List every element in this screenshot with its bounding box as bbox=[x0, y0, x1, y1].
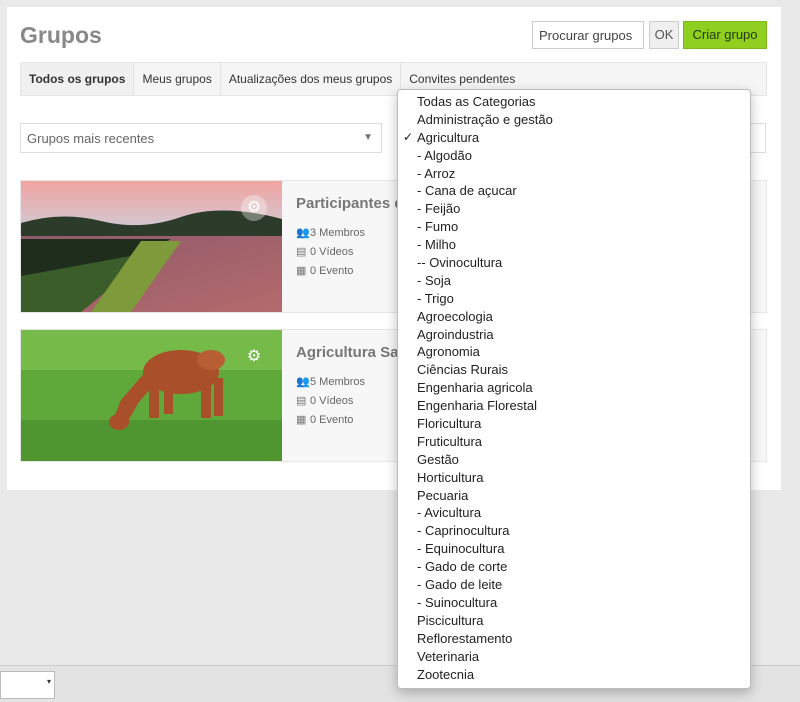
dropdown-option[interactable]: Agroindustria bbox=[398, 326, 750, 344]
dropdown-option[interactable]: - Cana de açucar bbox=[398, 182, 750, 200]
sort-select-value: Grupos mais recentes bbox=[27, 131, 155, 146]
calendar-icon: ▦ bbox=[296, 414, 307, 426]
dropdown-option[interactable]: Todas as Categorias bbox=[398, 93, 750, 111]
dropdown-option[interactable]: -- Ovinocultura bbox=[398, 254, 750, 272]
members-count: 👥3 Membros bbox=[296, 227, 366, 239]
create-group-button[interactable]: Criar grupo bbox=[683, 21, 767, 49]
dropdown-option[interactable]: - Equinocultura bbox=[398, 540, 750, 558]
film-icon: ▤ bbox=[296, 395, 307, 407]
events-count: ▦ 0 Evento bbox=[296, 414, 354, 426]
dropdown-option[interactable]: Ciências Rurais bbox=[398, 361, 750, 379]
members-count: 👥5 Membros bbox=[296, 376, 366, 388]
dropdown-option[interactable]: - Suinocultura bbox=[398, 594, 750, 612]
gear-icon[interactable]: ⚙ bbox=[241, 195, 267, 221]
users-icon: 👥 bbox=[296, 376, 310, 388]
calendar-icon: ▦ bbox=[296, 265, 307, 277]
category-dropdown: Todas as Categorias Administração e gestã… bbox=[397, 89, 751, 689]
videos-count: ▤ 0 Vídeos bbox=[296, 246, 354, 258]
film-icon: ▤ bbox=[296, 246, 307, 258]
dropdown-option[interactable]: Reflorestamento bbox=[398, 630, 750, 648]
caret-down-icon: ▼ bbox=[363, 132, 373, 143]
sort-select[interactable]: Grupos mais recentes ▼ bbox=[20, 123, 382, 153]
checkmark-icon: ✓ bbox=[403, 129, 414, 144]
group-title[interactable]: Agricultura Sar bbox=[296, 344, 404, 361]
dropdown-option[interactable]: - Arroz bbox=[398, 165, 750, 183]
dropdown-option[interactable]: ✓ Agricultura bbox=[398, 129, 750, 147]
dropdown-option[interactable]: Engenharia Florestal bbox=[398, 397, 750, 415]
dropdown-option[interactable]: Zootecnia bbox=[398, 666, 750, 684]
dropdown-option[interactable]: Veterinaria bbox=[398, 648, 750, 666]
tab-my-groups[interactable]: Meus grupos bbox=[134, 63, 221, 95]
dropdown-option[interactable]: Pecuaria bbox=[398, 487, 750, 505]
tab-all-groups[interactable]: Todos os grupos bbox=[21, 63, 135, 95]
dropdown-option[interactable]: - Gado de leite bbox=[398, 576, 750, 594]
dropdown-option[interactable]: Fruticultura bbox=[398, 433, 750, 451]
events-count: ▦ 0 Evento bbox=[296, 265, 354, 277]
dropdown-option[interactable]: - Trigo bbox=[398, 290, 750, 308]
chevron-updown-icon: ▾ bbox=[46, 677, 51, 686]
dropdown-option[interactable]: Agroecologia bbox=[398, 308, 750, 326]
dropdown-option[interactable]: - Soja bbox=[398, 272, 750, 290]
gear-icon[interactable]: ⚙ bbox=[241, 344, 267, 370]
dropdown-option[interactable]: Engenharia agricola bbox=[398, 379, 750, 397]
dropdown-option[interactable]: Piscicultura bbox=[398, 612, 750, 630]
dropdown-option[interactable]: Administração e gestão bbox=[398, 111, 750, 129]
dropdown-option[interactable]: - Caprinocultura bbox=[398, 522, 750, 540]
dropdown-option[interactable]: - Milho bbox=[398, 236, 750, 254]
dropdown-option[interactable]: - Feijão bbox=[398, 200, 750, 218]
dropdown-option[interactable]: Gestão bbox=[398, 451, 750, 469]
bottom-select[interactable]: ▾ bbox=[0, 671, 55, 699]
dropdown-option[interactable]: Horticultura bbox=[398, 469, 750, 487]
search-input[interactable]: Procurar grupos bbox=[532, 21, 644, 49]
dropdown-option[interactable]: - Gado de corte bbox=[398, 558, 750, 576]
videos-count: ▤ 0 Vídeos bbox=[296, 395, 354, 407]
users-icon: 👥 bbox=[296, 227, 310, 239]
dropdown-option[interactable]: - Fumo bbox=[398, 218, 750, 236]
tab-my-group-updates[interactable]: Atualizações dos meus grupos bbox=[221, 63, 402, 95]
dropdown-option[interactable]: - Avicultura bbox=[398, 504, 750, 522]
dropdown-option[interactable]: - Algodão bbox=[398, 147, 750, 165]
page-title: Grupos bbox=[20, 22, 102, 48]
dropdown-option[interactable]: Floricultura bbox=[398, 415, 750, 433]
dropdown-option[interactable]: Agronomia bbox=[398, 343, 750, 361]
group-title[interactable]: Participantes d bbox=[296, 195, 404, 212]
ok-button[interactable]: OK bbox=[649, 21, 679, 49]
